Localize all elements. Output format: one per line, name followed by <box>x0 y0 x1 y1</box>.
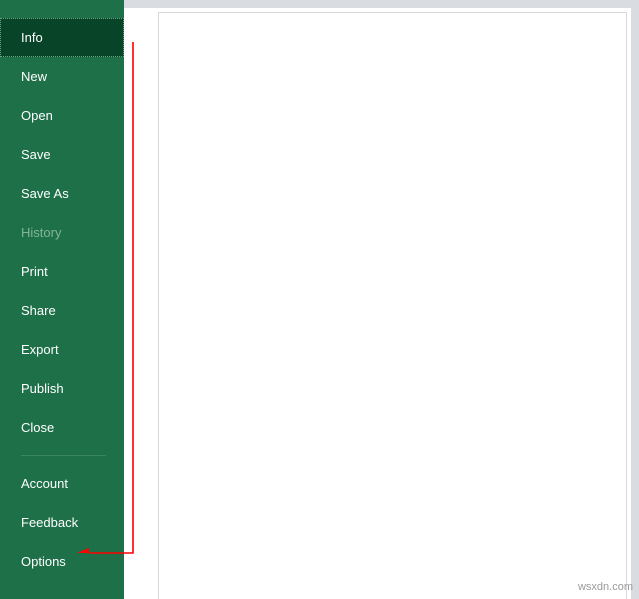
sidebar-item-save[interactable]: Save <box>0 135 124 174</box>
sidebar-item-label: New <box>21 69 47 84</box>
backstage-sidebar: Info New Open Save Save As History Print… <box>0 0 124 599</box>
sidebar-item-label: Close <box>21 420 54 435</box>
sidebar-item-export[interactable]: Export <box>0 330 124 369</box>
content-panel <box>158 12 627 599</box>
sidebar-item-feedback[interactable]: Feedback <box>0 503 124 542</box>
sidebar-item-label: Info <box>21 30 43 45</box>
sidebar-item-label: Options <box>21 554 66 569</box>
sidebar-item-label: Save <box>21 147 51 162</box>
backstage-content-area <box>124 0 639 599</box>
sidebar-divider <box>21 455 106 456</box>
sidebar-item-label: Publish <box>21 381 64 396</box>
watermark-label: wsxdn.com <box>578 581 633 593</box>
sidebar-item-label: History <box>21 225 61 240</box>
sidebar-item-label: Share <box>21 303 56 318</box>
sidebar-item-history: History <box>0 213 124 252</box>
sidebar-item-label: Print <box>21 264 48 279</box>
sidebar-item-info[interactable]: Info <box>0 18 124 57</box>
sidebar-item-label: Feedback <box>21 515 78 530</box>
sidebar-item-share[interactable]: Share <box>0 291 124 330</box>
sidebar-item-save-as[interactable]: Save As <box>0 174 124 213</box>
sidebar-item-label: Open <box>21 108 53 123</box>
sidebar-item-label: Export <box>21 342 59 357</box>
sidebar-item-account[interactable]: Account <box>0 464 124 503</box>
sidebar-item-options[interactable]: Options <box>0 542 124 581</box>
sidebar-item-publish[interactable]: Publish <box>0 369 124 408</box>
sidebar-item-label: Save As <box>21 186 69 201</box>
backstage-view: Info New Open Save Save As History Print… <box>0 0 639 599</box>
sidebar-item-new[interactable]: New <box>0 57 124 96</box>
sidebar-item-print[interactable]: Print <box>0 252 124 291</box>
sidebar-item-label: Account <box>21 476 68 491</box>
sidebar-item-open[interactable]: Open <box>0 96 124 135</box>
sidebar-item-close[interactable]: Close <box>0 408 124 447</box>
